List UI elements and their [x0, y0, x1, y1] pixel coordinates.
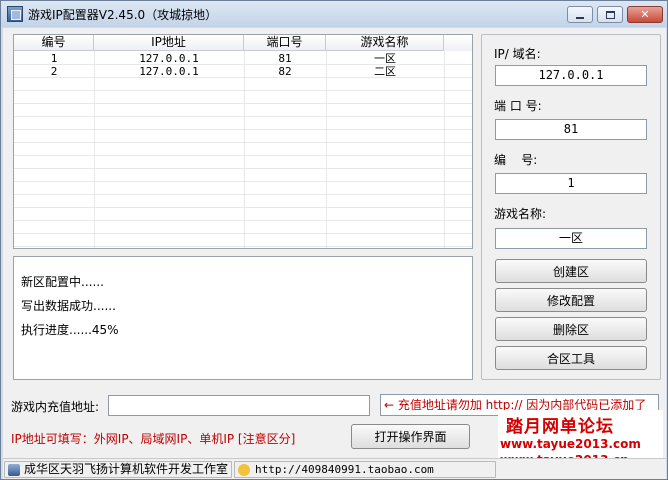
grid-line	[14, 64, 472, 65]
grid-line	[244, 51, 245, 248]
grid-line	[14, 246, 472, 247]
minimize-button[interactable]	[567, 6, 593, 23]
status-link[interactable]: http://409840991.taobao.com	[255, 462, 434, 477]
merge-tool-button[interactable]: 合区工具	[495, 346, 647, 370]
recharge-input[interactable]	[108, 395, 370, 416]
list-header: 编号 IP地址 端口号 游戏名称	[14, 35, 472, 51]
ip-input[interactable]: 127.0.0.1	[495, 65, 647, 86]
close-icon: ✕	[640, 8, 650, 21]
grid-line	[326, 51, 327, 248]
grid-line	[14, 116, 472, 117]
title-bar[interactable]: 游戏IP配置器V2.45.0（攻城掠地） ✕	[1, 1, 667, 27]
grid-line	[14, 77, 472, 78]
open-interface-button[interactable]: 打开操作界面	[351, 424, 470, 449]
log-line: 新区配置中......	[21, 275, 104, 289]
id-label: 编 号:	[494, 153, 538, 167]
column-header-id[interactable]: 编号	[14, 35, 94, 51]
close-button[interactable]: ✕	[627, 6, 663, 23]
grid-line	[444, 51, 445, 248]
delete-zone-button[interactable]: 删除区	[495, 317, 647, 341]
config-panel: IP/ 域名: 127.0.0.1 端 口 号: 81 编 号: 1 游戏名称:…	[481, 34, 661, 380]
server-list[interactable]: 编号 IP地址 端口号 游戏名称 1 127.0.0.1 81 一区 2 127…	[13, 34, 473, 249]
status-studio-pane: 成华区天羽飞扬计算机软件开发工作室	[4, 461, 232, 478]
log-line: 执行进度......45%	[21, 323, 119, 337]
maximize-icon	[605, 10, 615, 19]
status-link-pane[interactable]: http://409840991.taobao.com	[234, 461, 496, 478]
grid-line	[14, 90, 472, 91]
minimize-icon	[576, 16, 584, 19]
game-name-input[interactable]: 一区	[495, 228, 647, 249]
create-zone-button[interactable]: 创建区	[495, 259, 647, 283]
chat-icon	[238, 464, 250, 476]
column-header-port[interactable]: 端口号	[244, 35, 326, 51]
game-name-label: 游戏名称:	[494, 207, 547, 221]
grid-line	[14, 233, 472, 234]
grid-line	[14, 181, 472, 182]
header-filler	[444, 35, 472, 51]
grid-line	[14, 194, 472, 195]
app-icon	[7, 6, 23, 22]
log-line: 写出数据成功......	[21, 299, 116, 313]
modify-config-button[interactable]: 修改配置	[495, 288, 647, 312]
grid-line	[14, 142, 472, 143]
port-input[interactable]: 81	[495, 119, 647, 140]
ip-hint: IP地址可填写：外网IP、局域网IP、单机IP [注意区分]	[11, 432, 296, 446]
grid-line	[14, 220, 472, 221]
window-title: 游戏IP配置器V2.45.0（攻城掠地）	[28, 8, 218, 22]
recharge-label: 游戏内充值地址:	[11, 400, 100, 414]
grid-line	[14, 103, 472, 104]
maximize-button[interactable]	[597, 6, 623, 23]
port-label: 端 口 号:	[494, 99, 542, 113]
status-studio: 成华区天羽飞扬计算机软件开发工作室	[24, 462, 229, 476]
column-header-ip[interactable]: IP地址	[94, 35, 244, 51]
watermark-title: 踏月网单论坛	[506, 417, 614, 437]
app-window: 游戏IP配置器V2.45.0（攻城掠地） ✕ 编号 IP地址 端口号 游戏名称 …	[0, 0, 668, 480]
watermark-url: www.tayue2013.com	[500, 437, 641, 451]
ip-label: IP/ 域名:	[494, 47, 541, 61]
id-input[interactable]: 1	[495, 173, 647, 194]
log-box: 新区配置中...... 写出数据成功...... 执行进度......45%	[13, 256, 473, 380]
grid-line	[14, 168, 472, 169]
column-header-game-name[interactable]: 游戏名称	[326, 35, 444, 51]
grid-line	[94, 51, 95, 248]
status-bar: 成华区天羽飞扬计算机软件开发工作室 http://409840991.taoba…	[3, 458, 666, 479]
grid-line	[14, 207, 472, 208]
grid-line	[14, 155, 472, 156]
grid-line	[14, 129, 472, 130]
studio-icon	[8, 464, 20, 476]
